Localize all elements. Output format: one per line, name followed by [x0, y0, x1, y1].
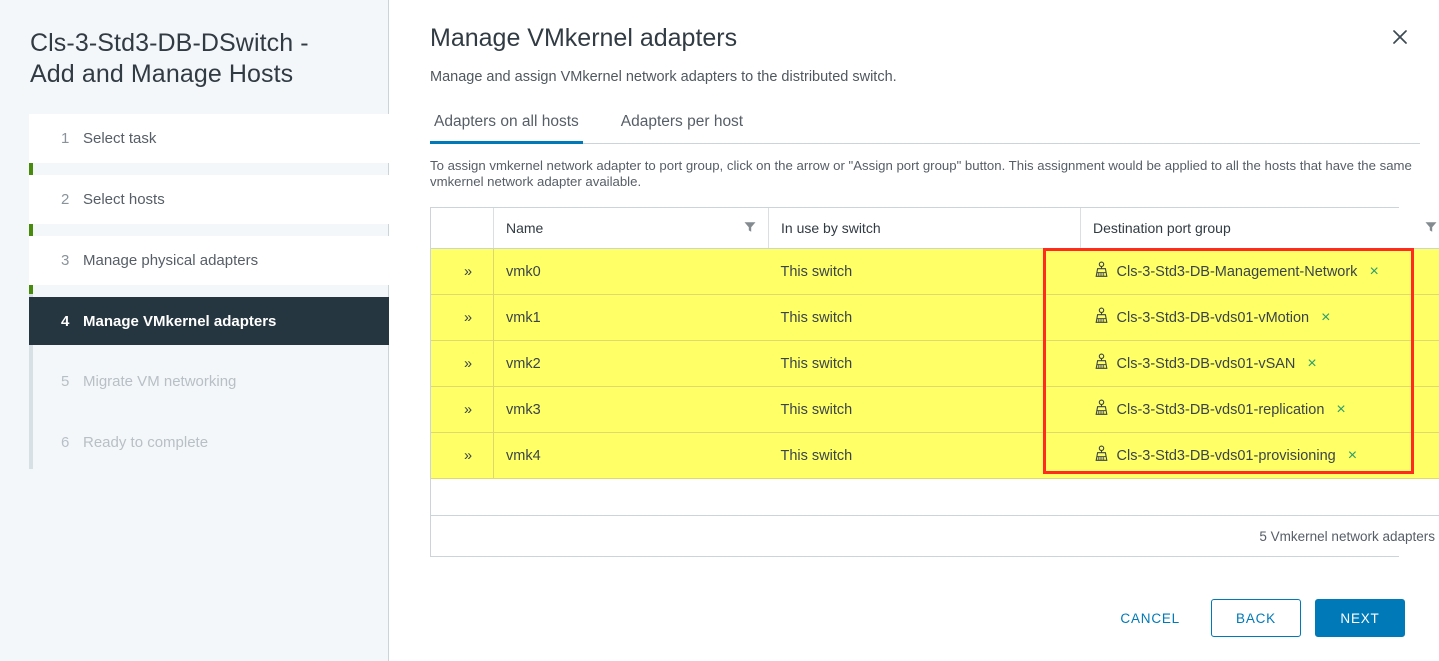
table-empty-row: [431, 478, 1439, 516]
tab-adapters-on-all-hosts[interactable]: Adapters on all hosts: [430, 108, 583, 144]
wizard-title: Cls-3-Std3-DB-DSwitch - Add and Manage H…: [30, 29, 309, 88]
step-label: Select task: [83, 130, 157, 147]
add-and-manage-hosts-wizard: Cls-3-Std3-DB-DSwitch - Add and Manage H…: [0, 0, 1439, 661]
destination-port-group-label: Cls-3-Std3-DB-vds01-replication: [1116, 401, 1325, 418]
column-header-name: Name: [493, 208, 769, 249]
tab-adapters-per-host[interactable]: Adapters per host: [617, 108, 747, 144]
table-body: » vmk0 This switch Cls-3-Std3-DB-Managem…: [431, 248, 1439, 556]
expand-row-button[interactable]: »: [431, 248, 494, 295]
chevron-double-right-icon[interactable]: »: [464, 264, 472, 280]
page-subtitle: Manage and assign VMkernel network adapt…: [430, 69, 897, 85]
table-row[interactable]: » vmk4 This switch Cls-3-Std3-DB-vds01-p…: [431, 432, 1439, 479]
table-footer-row: 5 Vmkernel network adapters: [431, 515, 1439, 556]
filter-icon[interactable]: [744, 220, 756, 236]
wizard-sidebar: Cls-3-Std3-DB-DSwitch - Add and Manage H…: [0, 0, 389, 661]
port-group-icon: [1093, 445, 1110, 466]
close-icon[interactable]: [1383, 20, 1417, 54]
sidebar-step-select-hosts[interactable]: 2 Select hosts: [29, 175, 389, 224]
page-title: Manage VMkernel adapters: [430, 24, 738, 52]
expand-row-button[interactable]: »: [431, 386, 494, 433]
cell-destination-port-group[interactable]: Cls-3-Std3-DB-vds01-provisioning ×: [1080, 432, 1439, 479]
table-row[interactable]: » vmk2 This switch Cls-3-Std3-DB-vds01-v…: [431, 340, 1439, 387]
table-row[interactable]: » vmk3 This switch Cls-3-Std3-DB-vds01-r…: [431, 386, 1439, 433]
remove-icon[interactable]: ×: [1369, 263, 1378, 280]
chevron-double-right-icon[interactable]: »: [464, 310, 472, 326]
remove-icon[interactable]: ×: [1307, 355, 1316, 372]
cell-destination-port-group[interactable]: Cls-3-Std3-DB-vds01-replication ×: [1080, 386, 1439, 433]
port-group-icon: [1093, 261, 1110, 282]
chevron-double-right-icon[interactable]: »: [464, 356, 472, 372]
sidebar-step-migrate-vm-networking: 5 Migrate VM networking: [29, 357, 389, 406]
wizard-steps: 1 Select task 2 Select hosts 3 Manage ph…: [0, 114, 389, 469]
cell-adapter-name: vmk4: [493, 432, 769, 479]
column-header-name-label: Name: [506, 220, 544, 236]
assignment-hint: To assign vmkernel network adapter to po…: [430, 158, 1412, 189]
step-label: Manage physical adapters: [83, 252, 259, 269]
remove-icon[interactable]: ×: [1336, 401, 1345, 418]
cell-in-use-by-switch: This switch: [768, 248, 1081, 295]
destination-port-group-label: Cls-3-Std3-DB-vds01-vSAN: [1116, 355, 1296, 372]
cell-in-use-by-switch: This switch: [768, 386, 1081, 433]
cancel-button[interactable]: CANCEL: [1103, 599, 1197, 637]
table-row[interactable]: » vmk0 This switch Cls-3-Std3-DB-Managem…: [431, 248, 1439, 295]
step-label: Migrate VM networking: [83, 373, 237, 390]
expand-row-button[interactable]: »: [431, 294, 494, 341]
cell-adapter-name: vmk1: [493, 294, 769, 341]
sidebar-step-manage-physical-adapters[interactable]: 3 Manage physical adapters: [29, 236, 389, 285]
table-header-row: Name In use by switch Destination port g…: [431, 208, 1439, 249]
cell-destination-port-group[interactable]: Cls-3-Std3-DB-vds01-vMotion ×: [1080, 294, 1439, 341]
cell-adapter-name: vmk3: [493, 386, 769, 433]
empty-cell: [431, 478, 1439, 516]
step-number: 5: [61, 373, 70, 390]
cell-destination-port-group[interactable]: Cls-3-Std3-DB-Management-Network ×: [1080, 248, 1439, 295]
table-row[interactable]: » vmk1 This switch Cls-3-Std3-DB-vds01-v…: [431, 294, 1439, 341]
chevron-double-right-icon[interactable]: »: [464, 402, 472, 418]
tab-bar: Adapters on all hosts Adapters per host: [430, 107, 1420, 144]
column-header-in-use-by-switch: In use by switch: [768, 208, 1081, 249]
wizard-button-bar: CANCEL BACK NEXT: [1103, 599, 1405, 637]
destination-port-group-label: Cls-3-Std3-DB-vds01-provisioning: [1116, 447, 1336, 464]
step-label: Ready to complete: [83, 434, 209, 451]
step-label: Manage VMkernel adapters: [83, 312, 277, 330]
step-number: 2: [61, 191, 70, 208]
cell-adapter-name: vmk2: [493, 340, 769, 387]
cell-destination-port-group[interactable]: Cls-3-Std3-DB-vds01-vSAN ×: [1080, 340, 1439, 387]
port-group-icon: [1093, 399, 1110, 420]
filter-icon[interactable]: [1425, 220, 1437, 236]
cell-in-use-by-switch: This switch: [768, 432, 1081, 479]
destination-port-group-label: Cls-3-Std3-DB-vds01-vMotion: [1116, 309, 1310, 326]
column-header-destination-label: Destination port group: [1093, 220, 1231, 236]
remove-icon[interactable]: ×: [1321, 309, 1330, 326]
sidebar-step-ready-to-complete: 6 Ready to complete: [29, 418, 389, 467]
chevron-double-right-icon[interactable]: »: [464, 448, 472, 464]
expand-row-button[interactable]: »: [431, 340, 494, 387]
port-group-icon: [1093, 353, 1110, 374]
step-label: Select hosts: [83, 191, 165, 208]
cell-adapter-name: vmk0: [493, 248, 769, 295]
destination-port-group-label: Cls-3-Std3-DB-Management-Network: [1116, 263, 1358, 280]
wizard-main-panel: Manage VMkernel adapters Manage and assi…: [389, 0, 1439, 661]
column-header-expand: [431, 208, 494, 249]
table-footer-count: 5 Vmkernel network adapters: [431, 515, 1439, 556]
expand-row-button[interactable]: »: [431, 432, 494, 479]
step-number: 1: [61, 130, 70, 147]
vmkernel-adapters-table: Name In use by switch Destination port g…: [430, 207, 1439, 557]
step-number: 3: [61, 252, 70, 269]
port-group-icon: [1093, 307, 1110, 328]
column-header-in-use-label: In use by switch: [781, 220, 881, 236]
sidebar-step-manage-vmkernel-adapters[interactable]: 4 Manage VMkernel adapters: [29, 297, 389, 345]
main-header: Manage VMkernel adapters Manage and assi…: [389, 0, 1439, 557]
back-button[interactable]: BACK: [1211, 599, 1301, 637]
cell-in-use-by-switch: This switch: [768, 340, 1081, 387]
column-header-destination-port-group: Destination port group: [1080, 208, 1439, 249]
sidebar-step-select-task[interactable]: 1 Select task: [29, 114, 389, 163]
step-number: 6: [61, 434, 70, 451]
remove-icon[interactable]: ×: [1348, 447, 1357, 464]
next-button[interactable]: NEXT: [1315, 599, 1405, 637]
step-number: 4: [61, 312, 70, 330]
cell-in-use-by-switch: This switch: [768, 294, 1081, 341]
